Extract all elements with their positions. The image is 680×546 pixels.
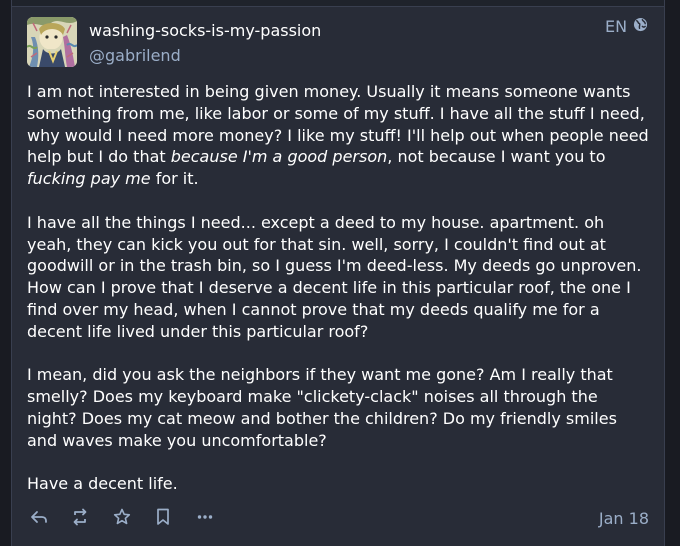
post-emphasis: fucking pay me bbox=[27, 169, 151, 189]
post-paragraph: I mean, did you ask the neighbors if the… bbox=[27, 365, 617, 450]
post-text: for it. bbox=[150, 169, 199, 189]
avatar-illustration bbox=[27, 17, 77, 67]
account-handle[interactable]: @gabrilend bbox=[89, 46, 181, 65]
more-button[interactable] bbox=[193, 505, 217, 529]
post-text: , not because I want you to bbox=[387, 147, 606, 167]
post-emphasis: because I'm a good person bbox=[170, 147, 388, 167]
action-bar bbox=[27, 505, 217, 529]
globe-icon[interactable] bbox=[633, 17, 648, 36]
bookmark-button[interactable] bbox=[151, 505, 175, 529]
ellipsis-icon bbox=[197, 515, 213, 519]
reply-icon bbox=[31, 511, 47, 523]
avatar[interactable] bbox=[27, 17, 77, 67]
display-name[interactable]: washing-socks-is-my-passion bbox=[89, 21, 321, 40]
language-label: EN bbox=[605, 17, 628, 36]
favourite-button[interactable] bbox=[110, 505, 134, 529]
post-timestamp[interactable]: Jan 18 bbox=[599, 509, 649, 528]
bookmark-icon bbox=[157, 508, 169, 525]
reply-button[interactable] bbox=[27, 505, 51, 529]
post-paragraph: I am not interested in being given money… bbox=[27, 81, 652, 190]
star-icon bbox=[113, 508, 131, 525]
post-paragraph: I have all the things I need... except a… bbox=[27, 212, 642, 341]
post-card[interactable]: washing-socks-is-my-passion @gabrilend E… bbox=[11, 6, 665, 546]
post-paragraph: Have a decent life. bbox=[27, 474, 178, 494]
boost-icon bbox=[73, 508, 87, 526]
post-content: I am not interested in being given money… bbox=[27, 81, 652, 495]
post-meta: EN bbox=[605, 17, 648, 36]
boost-button[interactable] bbox=[68, 505, 92, 529]
